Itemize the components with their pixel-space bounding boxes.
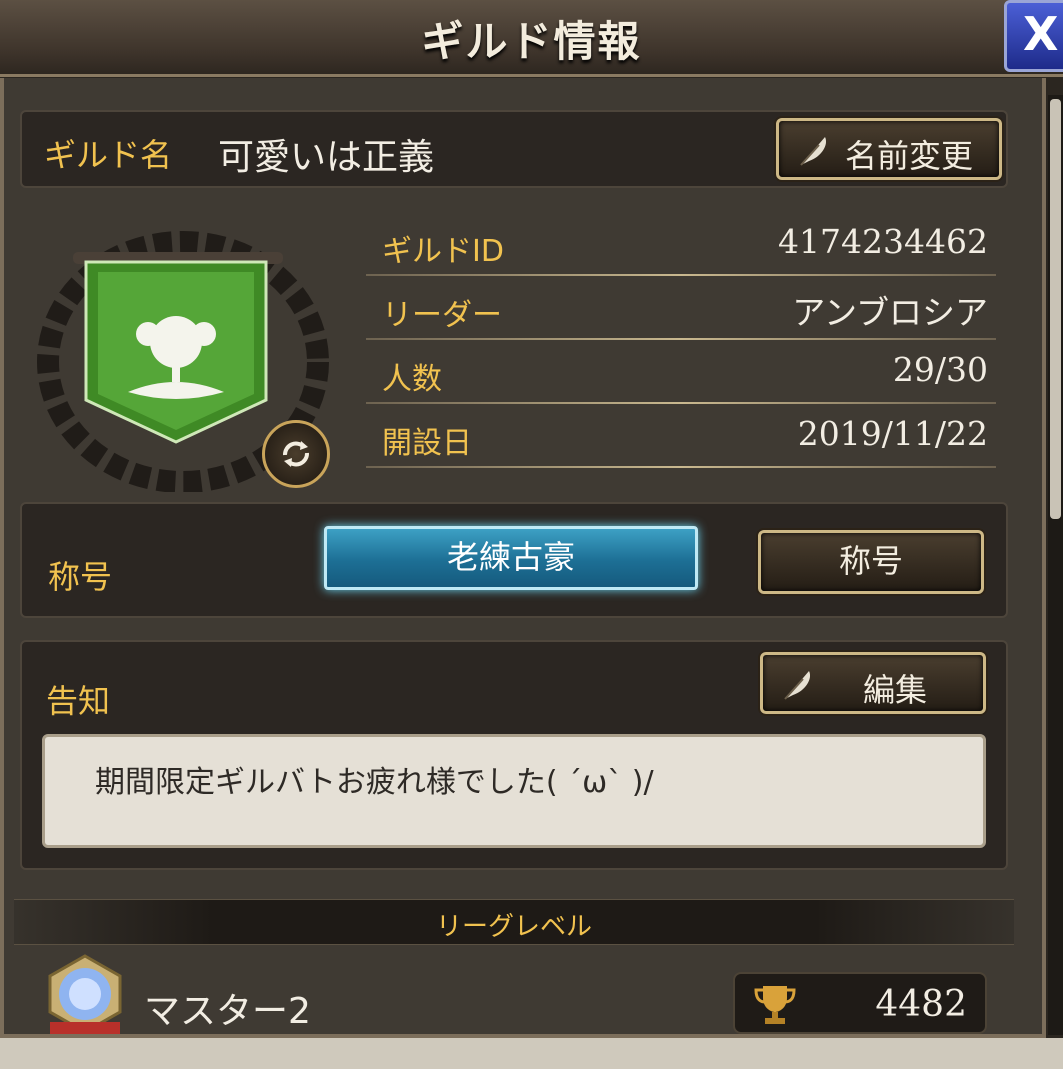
leader-label: リーダー — [382, 298, 502, 333]
league-heading: リーグレベル — [435, 912, 592, 942]
bottom-strip — [0, 1038, 1063, 1069]
edit-button-label: 編集 — [863, 671, 928, 709]
guild-id-value: 4174234462 — [778, 222, 988, 261]
edit-notice-button[interactable]: 編集 — [760, 652, 986, 714]
trophy-icon — [754, 986, 796, 1024]
league-rank: マスター2 — [144, 991, 311, 1032]
change-emblem-button[interactable] — [262, 420, 330, 488]
title-label: 称号 — [48, 558, 113, 596]
leader-value: アンブロシア — [792, 293, 988, 332]
close-icon: X — [1023, 7, 1059, 61]
rename-button[interactable]: 名前変更 — [776, 118, 1002, 180]
guild-name-label: ギルド名 — [44, 136, 173, 174]
league-points: 4482 — [875, 984, 967, 1025]
league-heading-bar: リーグレベル — [14, 899, 1014, 945]
scrollbar[interactable] — [1048, 95, 1063, 1035]
rename-button-label: 名前変更 — [845, 137, 974, 175]
title-badge: 老練古豪 — [324, 526, 698, 590]
title-button[interactable]: 称号 — [758, 530, 984, 594]
members-label: 人数 — [382, 362, 442, 397]
divider — [366, 402, 996, 404]
close-button[interactable]: X — [1004, 0, 1063, 72]
guild-banner-icon — [73, 252, 283, 444]
title-bar: ギルド情報 — [0, 0, 1063, 77]
quill-icon — [800, 137, 827, 166]
divider — [366, 274, 996, 276]
members-value: 29/30 — [892, 350, 988, 389]
guild-id-label: ギルドID — [382, 234, 504, 269]
league-points-box: 4482 — [733, 972, 987, 1034]
refresh-icon — [283, 441, 309, 467]
notice-label: 告知 — [46, 682, 111, 720]
divider — [366, 466, 996, 468]
notice-text: 期間限定ギルバトお疲れ様でした( ´ω` )/ — [42, 734, 986, 848]
info-row-guild-id: ギルドID 4174234462 — [366, 220, 996, 276]
scrollbar-thumb[interactable] — [1050, 99, 1061, 519]
info-row-leader: リーダー アンブロシア — [366, 284, 996, 340]
info-row-founded: 開設日 2019/11/22 — [366, 412, 996, 468]
info-row-members: 人数 29/30 — [366, 348, 996, 404]
quill-icon — [784, 671, 811, 700]
crystal-emblem-icon — [48, 954, 122, 1034]
divider — [366, 338, 996, 340]
page-title: ギルド情報 — [421, 17, 642, 66]
founded-label: 開設日 — [382, 426, 472, 461]
founded-value: 2019/11/22 — [797, 414, 988, 453]
guild-name-value: 可愛いは正義 — [218, 137, 435, 178]
